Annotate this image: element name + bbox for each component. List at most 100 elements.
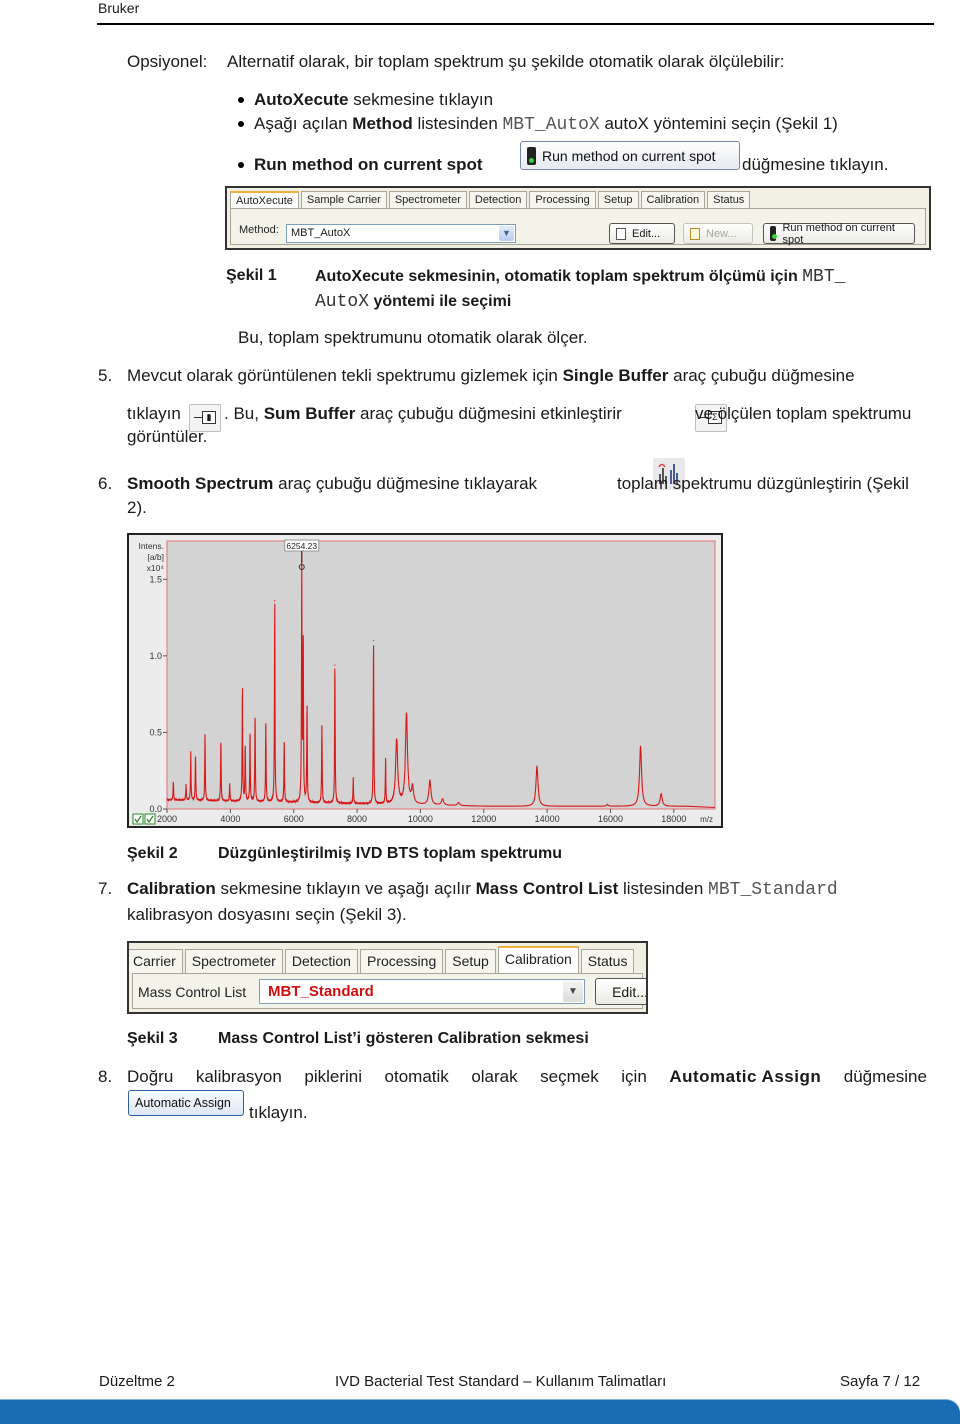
code-term: MBT_Standard [708, 880, 838, 900]
step-text: . Bu, [224, 404, 264, 423]
tab-spectrometer[interactable]: Spectrometer [184, 949, 283, 973]
step-text: listesinden [618, 879, 709, 898]
code-term: MBT_AutoX [502, 115, 600, 135]
new-button[interactable]: New... [683, 223, 753, 244]
chevron-down-icon[interactable]: ▼ [499, 226, 514, 241]
icon-part [194, 416, 202, 418]
method-select[interactable]: MBT_AutoX ▼ [286, 224, 516, 243]
bold-term: Sum Buffer [263, 404, 356, 423]
button-label: Run method on current spot [542, 147, 716, 164]
step-text: sekmesine tıklayın ve aşağı açılır [215, 879, 476, 898]
tab-detection[interactable]: Detection [468, 191, 528, 208]
bold-term: Single Buffer [562, 366, 669, 385]
tab-status[interactable]: Status [707, 191, 751, 208]
bullet-item: AutoXecute sekmesine tıklayın [238, 90, 493, 110]
step-text: araç çubuğu düğmesine tıklayarak [273, 474, 538, 493]
code-term: AutoX [315, 292, 370, 312]
spectrum-peak [429, 780, 431, 783]
tab-processing[interactable]: Processing [529, 191, 596, 208]
header-brand: Bruker [98, 0, 140, 16]
y-axis-label: x10⁴ [147, 563, 165, 573]
bullet-text: autoX yöntemini seçin (Şekil 1) [599, 114, 838, 133]
chevron-down-icon[interactable]: ▼ [563, 981, 583, 1002]
figure-3-caption: Mass Control List’i gösteren Calibration… [218, 1030, 589, 1047]
spectrum-chart: 0.0 0.5 1.0 1.5 2000 4000 6000 8000 10000 12000 1… [132, 539, 716, 825]
checkbox-icon[interactable] [132, 813, 144, 825]
x-tick-label: 10000 [408, 814, 433, 824]
x-axis-label: m/z [700, 815, 713, 824]
method-label: Method: [239, 224, 279, 236]
mass-control-list-select[interactable]: MBT_Standard ▼ [259, 979, 585, 1004]
tab-setup[interactable]: Setup [597, 191, 639, 208]
step-7-line-2: kalibrasyon dosyasını seçin (Şekil 3). [127, 905, 407, 924]
mass-control-list-value: MBT_Standard [268, 983, 374, 1000]
mass-control-list-label: Mass Control List [138, 984, 247, 1000]
step-8-line-2: tıklayın. [249, 1103, 308, 1122]
tab-sample-carrier[interactable]: Carrier [129, 949, 183, 973]
spectrum-peak [606, 803, 608, 806]
spectrum-peak [384, 760, 387, 763]
step-text: Mevcut olarak görüntülenen tekli spektru… [127, 366, 563, 385]
spectrum-peak [372, 639, 375, 642]
tab-setup[interactable]: Setup [445, 949, 496, 973]
step-6-line-1: Smooth Spectrum araç çubuğu düğmesine tı… [127, 474, 537, 494]
footer-revision: Düzeltme 2 [99, 1373, 175, 1390]
icon-part: ▮ [202, 410, 216, 424]
spectrum-peak [639, 745, 642, 747]
spectrum-peak [244, 750, 246, 752]
spectrum-peak [536, 765, 538, 767]
peak-label: 6254.23 [286, 541, 317, 551]
spectrum-peak [334, 664, 336, 666]
y-axis-label: [a/b] [147, 552, 164, 562]
new-document-icon [690, 227, 700, 240]
automatic-assign-button[interactable]: Automatic Assign [128, 1090, 244, 1116]
checkbox-icon[interactable] [144, 813, 156, 825]
spectrum-peak [457, 802, 460, 804]
spectrum-peak [441, 799, 444, 801]
tab-detection[interactable]: Detection [284, 949, 358, 973]
tab-autoxecute[interactable]: AutoXecute [230, 191, 299, 208]
spectrum-peak [204, 739, 206, 741]
tab-spectrometer[interactable]: Spectrometer [388, 191, 467, 208]
button-label: Edit... [632, 227, 661, 240]
bold-term: Mass Control List [475, 879, 619, 898]
edit-button[interactable]: Edit... [609, 223, 675, 244]
caption-text: AutoXecute sekmesinin, otomatik toplam s… [315, 268, 803, 285]
step-8-line-1: Doğru kalibrasyon piklerini otomatik ola… [127, 1067, 927, 1087]
run-method-inline-button[interactable]: Run method on current spot [520, 141, 740, 170]
caption-text: yöntemi ile seçimi [369, 293, 512, 310]
bold-term: Calibration [127, 879, 216, 898]
y-axis-label: Intens. [138, 541, 164, 551]
button-label: Automatic Assign [135, 1096, 231, 1110]
step-text: araç çubuğu düğmesine [668, 366, 855, 385]
figure-1-screenshot: AutoXecute Sample Carrier Spectrometer D… [225, 186, 931, 250]
header-rule [97, 23, 934, 25]
edit-button[interactable]: Edit... [595, 978, 646, 1005]
figure-1-caption-number: Şekil 1 [226, 267, 277, 284]
run-method-button[interactable]: Run method on current spot [763, 222, 915, 246]
step-5-line-1: Mevcut olarak görüntülenen tekli spektru… [127, 366, 855, 386]
tab-calibration[interactable]: Calibration [640, 191, 706, 208]
step-word: olarak [471, 1067, 518, 1086]
bullet-icon [238, 120, 244, 127]
tab-calibration[interactable]: Calibration [497, 946, 579, 973]
spectrum-peak [220, 744, 222, 746]
step-5-number: 5. [98, 366, 113, 385]
edit-document-icon [616, 227, 626, 240]
tab-processing[interactable]: Processing [359, 949, 444, 973]
step-5-line-2b: . Bu, Sum Buffer araç çubuğu düğmesini e… [224, 404, 622, 424]
spectrum-peak [411, 788, 414, 790]
x-tick-label: 2000 [157, 814, 177, 824]
figure-1-caption-line-2: AutoX yöntemi ile seçimi [315, 292, 511, 312]
spectrum-peak [190, 756, 192, 758]
y-tick-label: 0.0 [149, 804, 162, 814]
optional-label: Opsiyonel: [127, 52, 208, 71]
tab-status[interactable]: Status [580, 949, 635, 973]
bullet-text: sekmesine tıklayın [348, 90, 494, 109]
y-tick-label: 1.5 [149, 574, 162, 584]
tab-bar: AutoXecute Sample Carrier Spectrometer D… [230, 191, 752, 208]
spectrum-peak [249, 736, 251, 738]
y-tick-label: 1.0 [149, 651, 162, 661]
step-word: piklerini [304, 1067, 363, 1086]
tab-sample-carrier[interactable]: Sample Carrier [300, 191, 387, 208]
